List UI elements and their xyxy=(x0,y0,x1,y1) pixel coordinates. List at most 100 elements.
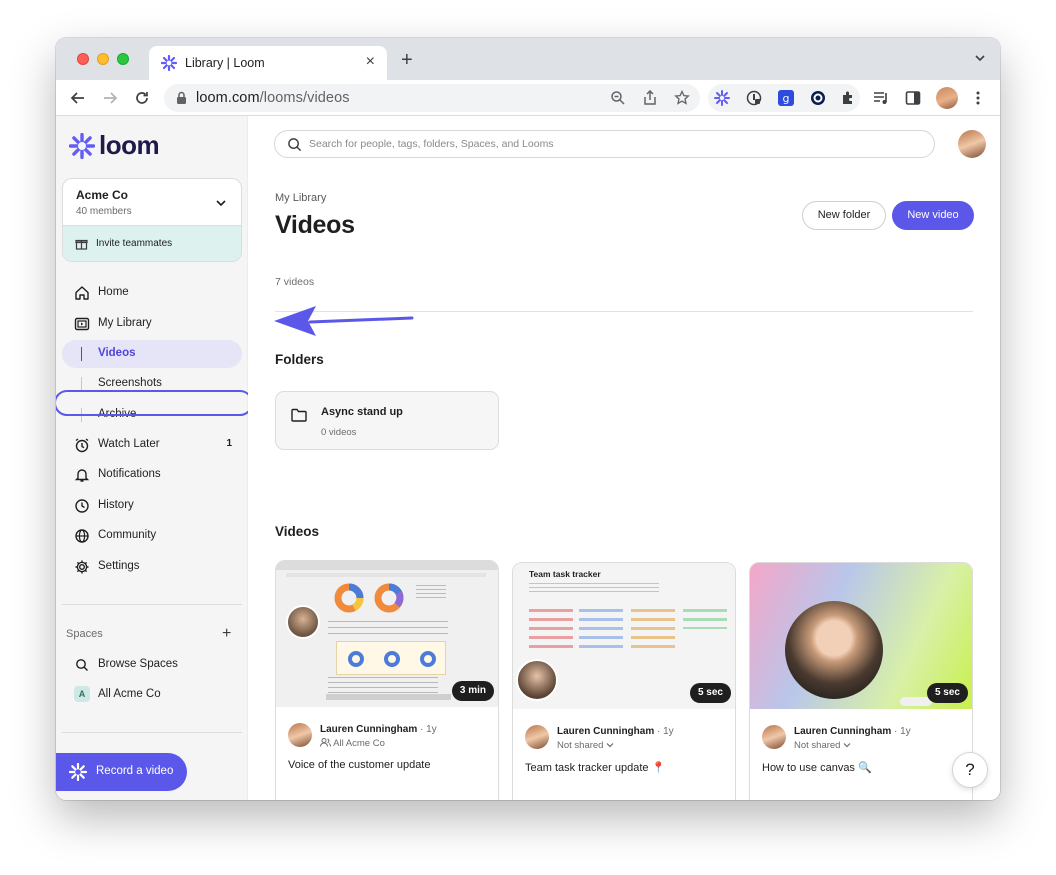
new-video-button[interactable]: New video xyxy=(892,201,974,230)
workspace-switcher[interactable]: Acme Co 40 members Invite teammates xyxy=(62,178,242,262)
presenter-bubble xyxy=(516,659,558,701)
share-icon[interactable] xyxy=(642,90,658,106)
sidebar-divider xyxy=(62,604,242,605)
sidebar-item-my-library[interactable]: My Library xyxy=(62,310,242,338)
thumb-browser-bar xyxy=(276,561,498,570)
sidebar-item-all-acme-co[interactable]: A All Acme Co xyxy=(62,681,242,709)
sidebar-item-settings[interactable]: Settings xyxy=(62,553,242,581)
forward-button[interactable] xyxy=(100,88,120,108)
loom-logo-icon xyxy=(69,132,95,159)
presenter-bubble xyxy=(785,601,883,699)
sidebar-item-label: Videos xyxy=(98,347,136,359)
breadcrumb[interactable]: My Library xyxy=(275,192,326,204)
invite-teammates-button[interactable]: Invite teammates xyxy=(63,225,241,261)
more-menu-icon[interactable] xyxy=(970,90,986,106)
video-title[interactable]: Team task tracker update 📍 xyxy=(525,761,665,774)
media-controls-icon[interactable] xyxy=(873,90,889,106)
gear-icon xyxy=(75,560,89,574)
main-content: My Library Videos New folder New video 7… xyxy=(248,116,1000,800)
close-window-button[interactable] xyxy=(77,53,89,65)
new-folder-button[interactable]: New folder xyxy=(802,201,886,230)
video-title[interactable]: Voice of the customer update xyxy=(288,759,430,771)
sidebar-item-home[interactable]: Home xyxy=(62,279,242,307)
thumb-legend xyxy=(416,585,446,599)
tab-search-chevron-icon[interactable] xyxy=(974,52,986,64)
home-icon xyxy=(75,286,89,300)
thumb-text-lines xyxy=(328,621,448,639)
address-bar[interactable]: loom.com/looms/videos xyxy=(164,84,700,112)
svg-text:g: g xyxy=(783,92,790,105)
owner-name[interactable]: Lauren Cunningham · 1y xyxy=(320,724,437,735)
video-duration-badge: 3 min xyxy=(451,681,494,701)
add-space-button[interactable]: + xyxy=(222,625,231,643)
owner-name[interactable]: Lauren Cunningham · 1y xyxy=(794,726,911,737)
sharing-label: Not shared xyxy=(557,740,604,751)
video-duration-badge: 5 sec xyxy=(689,683,731,703)
side-panel-icon[interactable] xyxy=(905,90,921,106)
search-input[interactable] xyxy=(309,132,909,156)
owner-name-text: Lauren Cunningham xyxy=(320,724,418,735)
avatar[interactable] xyxy=(288,723,312,747)
puzzle-extensions-icon[interactable] xyxy=(840,90,856,106)
sharing-status[interactable]: All Acme Co xyxy=(320,738,385,749)
browser-window: Library | Loom × + loom.com/looms/videos… xyxy=(56,38,1000,800)
folder-card[interactable]: Async stand up 0 videos xyxy=(275,391,499,450)
video-card[interactable]: 5 sec Lauren Cunningham · 1y Not shared … xyxy=(749,562,973,800)
sidebar-item-history[interactable]: History xyxy=(62,492,242,520)
sharing-dropdown[interactable]: Not shared xyxy=(794,740,851,751)
video-duration-badge: 5 sec xyxy=(926,683,968,703)
workspace-members: 40 members xyxy=(76,206,132,217)
back-button[interactable] xyxy=(68,88,88,108)
reload-icon xyxy=(136,92,148,104)
sidebar-item-videos[interactable]: Videos xyxy=(62,340,242,368)
video-card[interactable]: 3 min Lauren Cunningham · 1y All Acme Co… xyxy=(275,560,499,800)
sidebar-item-browse-spaces[interactable]: Browse Spaces xyxy=(62,651,242,679)
thumb-donut-chart xyxy=(334,583,364,613)
nav-indent-bar xyxy=(81,377,82,391)
help-button[interactable]: ? xyxy=(952,752,988,788)
chevron-down-icon xyxy=(843,743,851,748)
search-bar[interactable] xyxy=(274,130,935,158)
video-age: · 1y xyxy=(894,726,911,737)
url-domain: loom.com xyxy=(196,90,260,106)
sidebar-item-label: Watch Later xyxy=(98,438,160,450)
url-text: loom.com/looms/videos xyxy=(196,90,350,106)
minimize-window-button[interactable] xyxy=(97,53,109,65)
sidebar-item-watch-later[interactable]: Watch Later 1 xyxy=(62,431,242,459)
tab-close-icon[interactable]: × xyxy=(366,53,375,71)
thumb-text-lines xyxy=(328,677,438,693)
loom-extension-icon[interactable] xyxy=(714,90,730,106)
people-icon xyxy=(320,738,332,747)
library-icon xyxy=(74,317,90,331)
owner-name[interactable]: Lauren Cunningham · 1y xyxy=(557,726,674,737)
browser-toolbar: loom.com/looms/videos g xyxy=(56,80,1000,116)
owner-name-text: Lauren Cunningham xyxy=(557,726,655,737)
record-video-button[interactable]: Record a video xyxy=(56,753,187,791)
video-age: · 1y xyxy=(420,724,437,735)
video-thumbnail[interactable]: 3 min xyxy=(276,561,498,707)
video-thumbnail[interactable]: 5 sec xyxy=(750,563,972,709)
avatar[interactable] xyxy=(525,725,549,749)
folders-heading: Folders xyxy=(275,352,324,367)
sharing-dropdown[interactable]: Not shared xyxy=(557,740,614,751)
video-card[interactable]: Team task tracker 5 sec Lauren Cunningha… xyxy=(512,562,736,800)
video-title[interactable]: How to use canvas 🔍 xyxy=(762,761,872,774)
ring-extension-icon[interactable] xyxy=(810,90,826,106)
user-avatar[interactable] xyxy=(958,130,986,158)
reload-button[interactable] xyxy=(132,88,152,108)
zoom-icon[interactable] xyxy=(610,90,626,106)
loom-logo[interactable]: loom xyxy=(69,130,160,161)
browser-tab[interactable]: Library | Loom × xyxy=(149,46,387,80)
profile-avatar[interactable] xyxy=(936,87,958,109)
new-tab-button[interactable]: + xyxy=(401,50,413,70)
bookmark-star-icon[interactable] xyxy=(674,90,690,106)
thumb-board-column xyxy=(631,609,675,649)
maximize-window-button[interactable] xyxy=(117,53,129,65)
avatar[interactable] xyxy=(762,725,786,749)
password-manager-icon[interactable] xyxy=(746,90,762,106)
video-thumbnail[interactable]: Team task tracker 5 sec xyxy=(513,563,735,709)
sidebar-item-notifications[interactable]: Notifications xyxy=(62,461,242,489)
thumb-heading: Team task tracker xyxy=(529,569,601,579)
sidebar-item-community[interactable]: Community xyxy=(62,522,242,550)
grammar-extension-icon[interactable]: g xyxy=(778,90,794,106)
